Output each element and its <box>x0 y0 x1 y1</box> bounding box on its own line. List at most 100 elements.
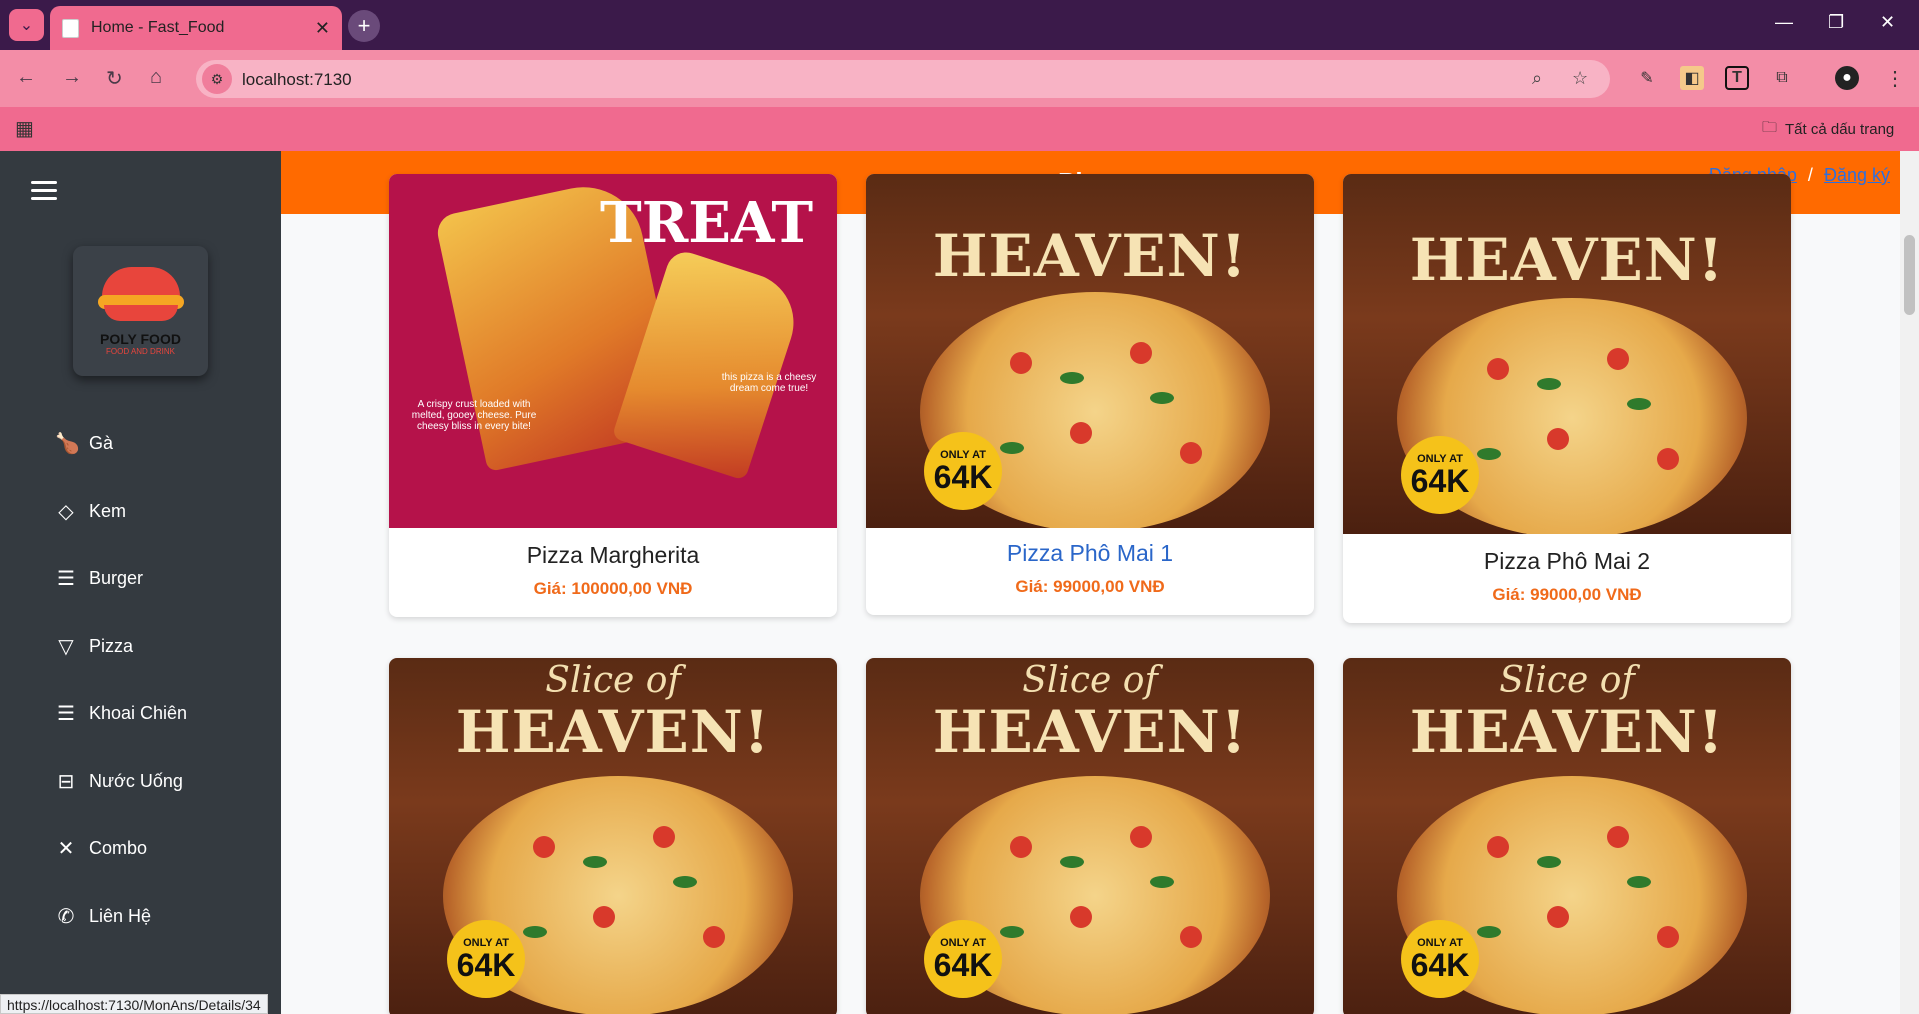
address-bar[interactable]: ⚙ localhost:7130 ⌕ ☆ <box>196 60 1610 98</box>
back-icon[interactable]: ← <box>16 66 36 89</box>
price-badge: ONLY AT 64K <box>447 920 525 998</box>
product-image[interactable]: Slice of HEAVEN! ONLY AT 64K <box>389 658 837 1014</box>
web-page: POLY FOOD FOOD AND DRINK 🍗 Gà ◇ Kem ☰ Bu… <box>0 151 1919 1014</box>
bookmarks-bar <box>0 107 1919 151</box>
more-menu-icon[interactable]: ⋮ <box>1883 66 1907 90</box>
product-card[interactable]: HEAVEN! ONLY AT 64K Pizza Phô Mai 1 Giá: … <box>866 174 1314 615</box>
product-price: Giá: 99000,00 VNĐ <box>1492 585 1642 604</box>
chicken-leg-icon: 🍗 <box>55 433 80 455</box>
minimize-icon[interactable]: — <box>1775 12 1793 33</box>
phone-icon: ✆ <box>57 906 75 928</box>
browser-tabstrip: ⌄ Home - Fast_Food ✕ + — ❐ ✕ <box>0 0 1919 50</box>
price-badge: ONLY AT 64K <box>1401 920 1479 998</box>
burger-icon: ☰ <box>57 568 75 590</box>
sidebar-item-kem[interactable]: ◇ Kem <box>55 499 126 524</box>
page-favicon-icon <box>62 18 79 38</box>
product-card[interactable]: Slice of HEAVEN! ONLY AT 64K <box>389 658 837 1014</box>
browser-tab[interactable]: Home - Fast_Food ✕ <box>50 6 342 50</box>
plus-icon: + <box>357 13 371 38</box>
product-name[interactable]: Pizza Margherita <box>389 542 837 569</box>
reload-icon[interactable]: ↻ <box>106 66 123 91</box>
profile-avatar[interactable]: ● <box>1835 66 1859 90</box>
poster-title: HEAVEN! <box>932 222 1248 290</box>
sidebar-item-ga[interactable]: 🍗 Gà <box>55 431 113 456</box>
poster-title: HEAVEN! <box>1409 226 1725 294</box>
hamburger-menu-icon[interactable] <box>31 181 57 205</box>
poster-title: HEAVEN! <box>1409 698 1725 766</box>
product-image[interactable]: TREAT A crispy crust loaded with melted,… <box>389 174 837 528</box>
tab-title: Home - Fast_Food <box>91 19 225 36</box>
product-image[interactable]: HEAVEN! ONLY AT 64K <box>1343 174 1791 534</box>
extension-pen-icon[interactable]: ✎ <box>1635 66 1659 90</box>
price-badge: ONLY AT 64K <box>924 920 1002 998</box>
sidebar-item-burger[interactable]: ☰ Burger <box>55 566 143 591</box>
poster-script: Slice of <box>1022 660 1158 701</box>
product-image[interactable]: HEAVEN! ONLY AT 64K <box>866 174 1314 528</box>
fries-icon: ☰ <box>57 703 75 725</box>
extension-translate-icon[interactable]: ◧ <box>1680 66 1704 90</box>
sidebar-item-label: Gà <box>89 433 114 453</box>
price-badge: ONLY AT 64K <box>1401 436 1479 514</box>
product-image[interactable]: Slice of HEAVEN! ONLY AT 64K <box>1343 658 1791 1014</box>
sidebar-item-label: Combo <box>89 838 148 858</box>
scrollbar-thumb[interactable] <box>1904 235 1915 315</box>
drink-icon: ⊟ <box>57 771 75 793</box>
tab-search-button[interactable]: ⌄ <box>9 9 44 41</box>
logo-brand: POLY FOOD <box>100 330 181 347</box>
pizza-icon: ▽ <box>58 636 74 658</box>
page-scrollbar[interactable] <box>1900 151 1919 1014</box>
restore-icon[interactable]: ❐ <box>1828 12 1844 33</box>
sidebar-item-label: Burger <box>89 568 144 588</box>
auth-separator: / <box>1807 165 1813 185</box>
sidebar-item-pizza[interactable]: ▽ Pizza <box>55 634 133 659</box>
product-card[interactable]: Slice of HEAVEN! ONLY AT 64K <box>1343 658 1791 1014</box>
product-image[interactable]: Slice of HEAVEN! ONLY AT 64K <box>866 658 1314 1014</box>
window-close-icon[interactable]: ✕ <box>1880 12 1895 33</box>
product-price: Giá: 99000,00 VNĐ <box>1015 577 1165 596</box>
sidebar-item-label: Khoai Chiên <box>89 703 188 723</box>
product-name[interactable]: Pizza Phô Mai 2 <box>1343 548 1791 575</box>
poster-script: Slice of <box>545 660 681 701</box>
home-icon[interactable]: ⌂ <box>150 66 162 89</box>
url-text: localhost:7130 <box>242 70 352 89</box>
sidebar: POLY FOOD FOOD AND DRINK 🍗 Gà ◇ Kem ☰ Bu… <box>0 151 281 1014</box>
sidebar-item-label: Kem <box>89 501 127 521</box>
folder-icon: 🗀 <box>1762 119 1778 136</box>
all-bookmarks-button[interactable]: 🗀 Tất cả dấu trang <box>1762 117 1894 142</box>
product-card[interactable]: HEAVEN! ONLY AT 64K Pizza Phô Mai 2 Giá: … <box>1343 174 1791 623</box>
status-bar-url: https://localhost:7130/MonAns/Details/34 <box>0 994 268 1014</box>
product-name[interactable]: Pizza Phô Mai 1 <box>866 540 1314 567</box>
poster-title: HEAVEN! <box>932 698 1248 766</box>
zoom-icon[interactable]: ⌕ <box>1532 68 1542 89</box>
apps-grid-icon[interactable]: ▦ <box>15 116 34 141</box>
extension-t-icon[interactable]: T <box>1725 66 1749 90</box>
poster-note: this pizza is a cheesy dream come true! <box>721 372 817 394</box>
close-icon[interactable]: ✕ <box>315 18 330 39</box>
poster-title: TREAT <box>600 190 813 256</box>
site-info-icon[interactable]: ⚙ <box>202 64 232 94</box>
hotdog-mascot-icon <box>97 266 184 327</box>
poster-script: Slice of <box>1499 660 1635 701</box>
poster-title: HEAVEN! <box>455 698 771 766</box>
product-card[interactable]: TREAT A crispy crust loaded with melted,… <box>389 174 837 617</box>
product-price: Giá: 100000,00 VNĐ <box>533 579 693 598</box>
product-card[interactable]: Slice of HEAVEN! ONLY AT 64K <box>866 658 1314 1014</box>
new-tab-button[interactable]: + <box>348 10 380 42</box>
star-icon[interactable]: ☆ <box>1572 68 1588 89</box>
sidebar-item-khoai-chien[interactable]: ☰ Khoai Chiên <box>55 701 187 726</box>
ice-cream-icon: ◇ <box>58 501 74 523</box>
register-link[interactable]: Đăng ký <box>1824 165 1890 185</box>
utensils-icon: ✕ <box>57 838 75 860</box>
extensions-puzzle-icon[interactable]: ⧉ <box>1770 66 1794 90</box>
poster-note: A crispy crust loaded with melted, gooey… <box>411 399 537 432</box>
chevron-down-icon: ⌄ <box>19 17 34 34</box>
sidebar-item-nuoc-uong[interactable]: ⊟ Nước Uống <box>55 769 183 794</box>
poly-food-logo[interactable]: POLY FOOD FOOD AND DRINK <box>73 246 208 376</box>
forward-icon[interactable]: → <box>62 66 82 89</box>
sidebar-item-label: Nước Uống <box>89 771 183 791</box>
sidebar-item-combo[interactable]: ✕ Combo <box>55 836 147 861</box>
sidebar-item-lien-he[interactable]: ✆ Liên Hệ <box>55 904 151 929</box>
logo-tagline: FOOD AND DRINK <box>106 346 175 356</box>
all-bookmarks-label: Tất cả dấu trang <box>1785 121 1895 138</box>
sidebar-item-label: Pizza <box>89 636 134 656</box>
